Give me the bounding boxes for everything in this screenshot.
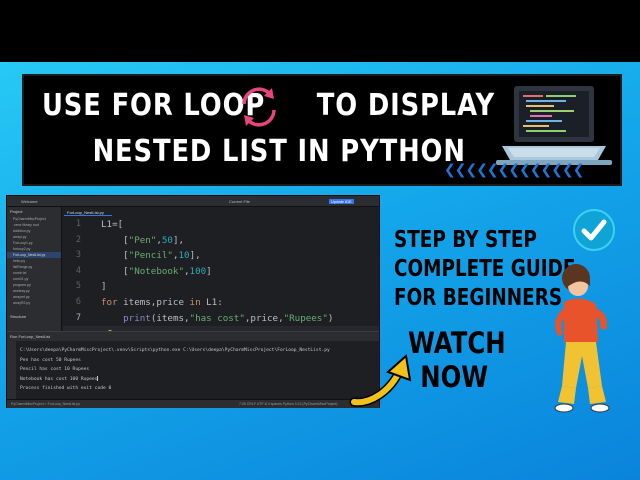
chevron-decoration-icon: ❮❮❮❮❮❮❮❮❮❮❮❮❮ (444, 162, 585, 178)
line-number: 1 (75, 219, 81, 229)
console-output[interactable]: C:\Users\deepa\PyCharmMiscProject\.venv\… (20, 346, 330, 394)
run-panel-header[interactable]: Run ForLoop_NestList (7, 332, 379, 341)
ide-title-bar: Welcome Current File Update IDE (7, 196, 379, 207)
title-part-b: TO DISPLAY (316, 88, 496, 123)
line-number: 2 (75, 234, 81, 245)
console-line: Pencil has cost 10 Rupees (20, 367, 90, 373)
line-number: 3 (75, 250, 81, 261)
line-number-gutter: 1 2 3 4 5 6 7 (67, 217, 81, 326)
checkmark-icon (573, 209, 615, 251)
line-number: 4 (75, 265, 81, 276)
code-line-1: L1=[ (101, 219, 124, 230)
status-breadcrumb[interactable]: PyCharmMiscProject > ForLoop_NestList.py (11, 402, 80, 406)
curved-arrow-icon (349, 354, 412, 407)
code-line-5: ] (101, 281, 107, 293)
top-black-strip (0, 0, 640, 62)
code-line-4: ["Notebook",100] (101, 265, 212, 277)
status-info[interactable]: 7:35 CRLF UTF-8 4 spaces Python 3.13 (Py… (239, 402, 337, 406)
run-config-selector[interactable]: Current File (229, 199, 250, 204)
console-line: C:\Users\deepa\PyCharmMiscProject\.venv\… (20, 348, 330, 353)
title-part-a: USE FOR LOOP (42, 88, 266, 123)
loop-arrows-icon (242, 87, 276, 127)
watch-now-text: WATCH NOW (408, 326, 506, 394)
code-line-7: print(items,"has cost",price,"Rupees") (123, 312, 334, 324)
editor-tab[interactable]: ForLoop_NestList.py (64, 208, 112, 216)
run-panel: Run ForLoop_NestList C:\Users\deepa\PyCh… (7, 331, 379, 400)
ide-project-name[interactable]: Welcome (21, 199, 38, 204)
project-tree-item[interactable]: arrayR2.py (7, 300, 61, 306)
console-line-text: Notebook has cost 100 Rupees (20, 376, 98, 382)
title-line-1: USE FOR LOOP TO DISPLAY (42, 88, 494, 123)
title-banner: USE FOR LOOP TO DISPLAY NESTED LIST IN PY… (22, 74, 622, 186)
console-caret (97, 375, 99, 381)
console-line: Process finished with exit code 0 (20, 386, 112, 392)
pycharm-window: Welcome Current File Update IDE Project … (6, 195, 380, 408)
watch-line-1: WATCH (408, 326, 506, 360)
watch-line-2: NOW (420, 360, 489, 394)
structure-panel-label[interactable]: Structure (7, 312, 61, 321)
console-line: Pen has cost 50 Rupees (20, 357, 81, 363)
line-number: 6 (75, 296, 81, 307)
guide-line-1: STEP BY STEP (394, 227, 537, 253)
code-editor[interactable]: 1 2 3 4 5 6 7 L1=[ ["Pen",50], ["Pencil"… (63, 217, 379, 342)
title-line-2: NESTED LIST IN PYTHON (92, 134, 466, 169)
update-ide-button[interactable]: Update IDE (329, 199, 354, 204)
code-line-2: ["Pen",50], (101, 234, 185, 246)
line-number-current: 7 (75, 312, 81, 323)
code-line-6: for items,price in L1: (101, 296, 223, 308)
cartoon-girl-illustration (554, 264, 610, 413)
project-panel: Project PyCharmMiscProject .venv library… (7, 207, 62, 331)
thumbnail-canvas: USE FOR LOOP TO DISPLAY NESTED LIST IN PY… (0, 0, 640, 480)
code-line-3: ["Pencil",10], (101, 250, 201, 262)
line-number: 5 (75, 281, 81, 292)
run-toolbar (7, 341, 16, 400)
code-text: L1=[ ["Pen",50], ["Pencil",10], ["Notebo… (101, 217, 333, 326)
project-panel-header: Project (10, 209, 23, 214)
console-line: Notebook has cost 100 Rupees (20, 375, 330, 385)
status-bar: PyCharmMiscProject > ForLoop_NestList.py… (7, 399, 379, 408)
laptop-illustration (496, 86, 612, 165)
